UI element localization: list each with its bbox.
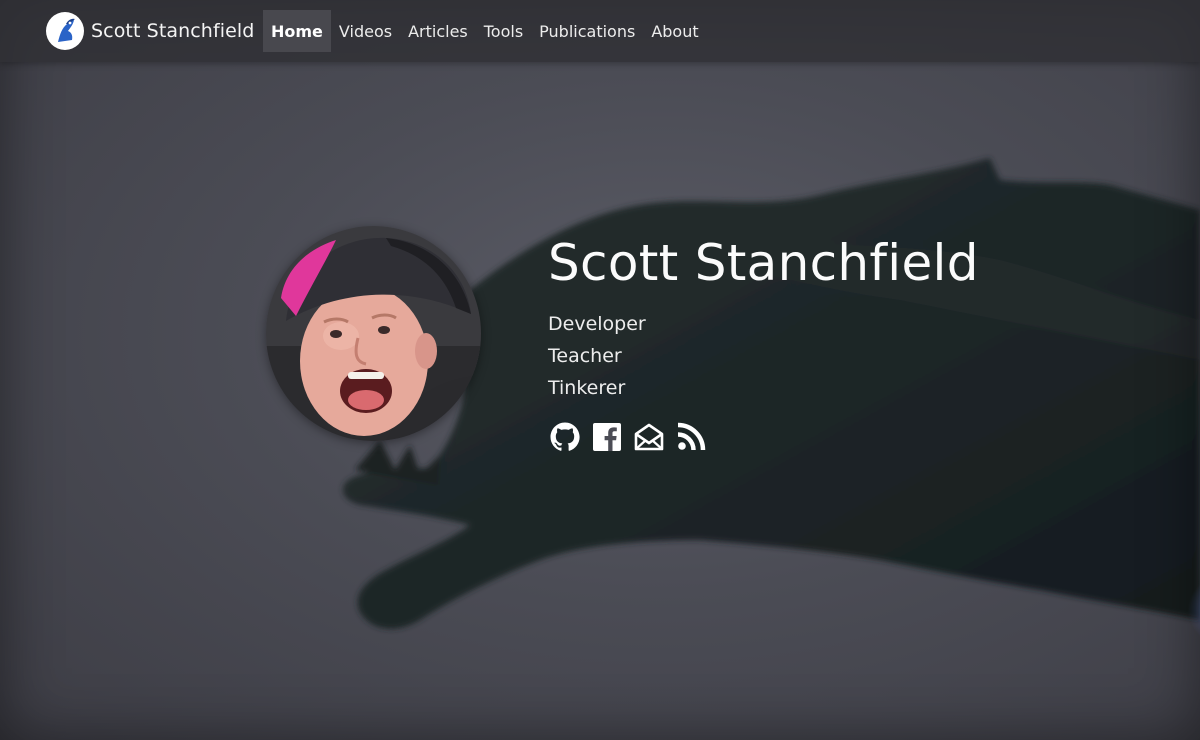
envelope-open-icon bbox=[634, 423, 664, 451]
nav-articles[interactable]: Articles bbox=[400, 10, 476, 52]
nav-home[interactable]: Home bbox=[263, 10, 331, 52]
github-link[interactable] bbox=[548, 420, 582, 454]
nav-tools[interactable]: Tools bbox=[476, 10, 531, 52]
profile-section: Scott Stanchfield Developer Teacher Tink… bbox=[548, 232, 1188, 454]
nav-about[interactable]: About bbox=[643, 10, 706, 52]
github-icon bbox=[550, 422, 580, 451]
role-tinkerer: Tinkerer bbox=[548, 377, 626, 399]
nav-publications[interactable]: Publications bbox=[531, 10, 643, 52]
profile-avatar bbox=[266, 226, 481, 441]
social-links bbox=[548, 420, 1188, 454]
brand-link[interactable]: Scott Stanchfield bbox=[46, 12, 254, 50]
roles-list: Developer Teacher Tinkerer bbox=[548, 308, 1188, 404]
facebook-link[interactable] bbox=[590, 420, 624, 454]
top-navbar: Scott Stanchfield Home Videos Articles T… bbox=[0, 0, 1200, 62]
nav-videos[interactable]: Videos bbox=[331, 10, 400, 52]
facebook-icon bbox=[593, 423, 621, 451]
email-link[interactable] bbox=[632, 420, 666, 454]
brand-name: Scott Stanchfield bbox=[91, 20, 255, 42]
role-developer: Developer bbox=[548, 313, 646, 335]
rss-link[interactable] bbox=[674, 420, 708, 454]
page: Scott Stanchfield Home Videos Articles T… bbox=[0, 0, 1200, 740]
profile-name: Scott Stanchfield bbox=[548, 234, 979, 292]
brand-logo-icon bbox=[46, 12, 84, 50]
role-teacher: Teacher bbox=[548, 345, 622, 367]
nav-links: Home Videos Articles Tools Publications … bbox=[263, 10, 707, 52]
rss-icon bbox=[677, 422, 706, 451]
